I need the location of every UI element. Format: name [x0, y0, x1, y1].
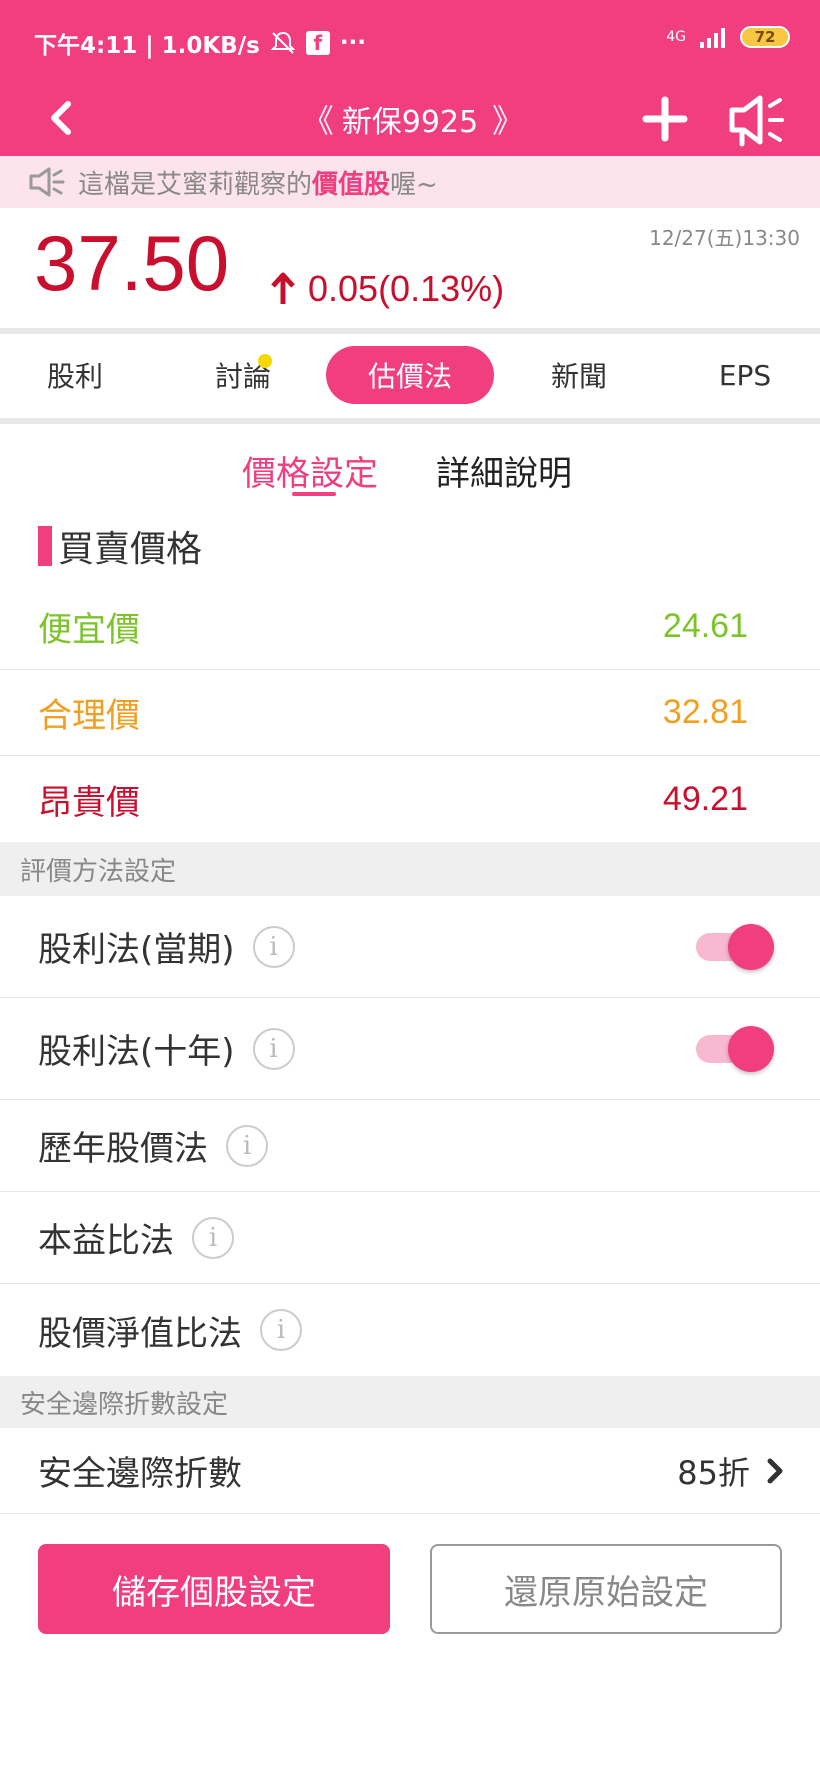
- safety-margin-row[interactable]: 安全邊際折數 85折: [0, 1428, 820, 1514]
- info-icon[interactable]: i: [226, 1124, 268, 1167]
- notification-dot: [258, 354, 272, 368]
- add-icon[interactable]: [640, 94, 690, 144]
- info-icon[interactable]: i: [252, 925, 295, 968]
- tab-dividend[interactable]: 股利: [20, 346, 130, 404]
- info-banner: 這檔是艾蜜莉觀察的價值股喔~: [0, 156, 820, 208]
- fair-price-row: 合理價 32.81: [0, 670, 820, 756]
- info-icon[interactable]: i: [252, 1027, 295, 1070]
- safety-header: 安全邊際折數設定: [0, 1376, 820, 1428]
- mute-bell-icon: [270, 31, 296, 54]
- quote-area: 37.50 0.05(0.13%) 12/27(五)13:30: [0, 208, 820, 328]
- cheap-price-label: 便宜價: [38, 610, 140, 650]
- toggle-dividend-ten-year[interactable]: [696, 1024, 774, 1074]
- reset-settings-button[interactable]: 還原原始設定: [430, 1544, 782, 1634]
- method-header: 評價方法設定: [0, 842, 820, 896]
- price-change: 0.05(0.13%): [270, 268, 504, 310]
- battery-icon: 72: [740, 26, 790, 48]
- subtab-indicator: [292, 492, 336, 496]
- expensive-price-value: 49.21: [662, 779, 748, 818]
- method-row-pb-ratio[interactable]: 股價淨值比法 i: [0, 1284, 820, 1376]
- nav-bar: 《 新保9925 》: [0, 84, 820, 156]
- cheap-price-value: 24.61: [662, 607, 748, 645]
- status-bar: 下午4:11 | 1.0KB/s f ··· 4G 72: [0, 0, 820, 84]
- tab-discussion[interactable]: 討論: [188, 346, 298, 404]
- next-stock-icon[interactable]: 》: [492, 96, 524, 142]
- section-title: 買賣價格: [38, 520, 202, 572]
- tab-news[interactable]: 新聞: [524, 346, 634, 404]
- arrow-up-icon: [271, 272, 295, 304]
- main-tabs: 股利 討論 估價法 新聞 EPS: [0, 336, 820, 418]
- section-bar: [38, 526, 52, 566]
- method-row-dividend-ten-year[interactable]: 股利法(十年) i: [0, 998, 820, 1100]
- banner-text: 這檔是艾蜜莉觀察的價值股喔~: [78, 169, 438, 200]
- divider: [0, 328, 820, 334]
- speaker-icon[interactable]: [726, 92, 786, 148]
- divider: [0, 418, 820, 424]
- tab-valuation[interactable]: 估價法: [326, 346, 494, 404]
- expensive-price-label: 昂貴價: [38, 782, 140, 823]
- method-row-historical-price[interactable]: 歷年股價法 i: [0, 1100, 820, 1192]
- info-icon[interactable]: i: [192, 1216, 234, 1259]
- method-row-dividend-current[interactable]: 股利法(當期) i: [0, 896, 820, 998]
- announcement-icon: [29, 167, 65, 197]
- fair-price-value: 32.81: [662, 693, 748, 731]
- facebook-icon: f: [305, 31, 330, 55]
- safety-margin-value: 85折: [677, 1453, 750, 1492]
- save-settings-button[interactable]: 儲存個股設定: [38, 1544, 390, 1634]
- signal-icon: [700, 28, 725, 48]
- network-label: 4G: [666, 29, 686, 45]
- current-price: 37.50: [34, 219, 230, 307]
- info-icon[interactable]: i: [260, 1309, 302, 1351]
- status-time: 下午4:11 | 1.0KB/s: [34, 33, 260, 59]
- stock-title: 新保9925: [341, 105, 479, 140]
- subtab-detail[interactable]: 詳細說明: [436, 446, 572, 495]
- prev-stock-icon[interactable]: 《: [302, 96, 334, 142]
- quote-datetime: 12/27(五)13:30: [649, 226, 800, 250]
- expensive-price-row: 昂貴價 49.21: [0, 756, 820, 842]
- safety-margin-label: 安全邊際折數: [38, 1454, 242, 1494]
- tab-eps[interactable]: EPS: [690, 346, 800, 404]
- sub-tabs: 價格設定 詳細說明: [0, 440, 820, 500]
- chevron-right-icon: [767, 1458, 783, 1483]
- fair-price-label: 合理價: [38, 696, 140, 736]
- more-notifications-icon: ···: [339, 30, 367, 56]
- cheap-price-row: 便宜價 24.61: [0, 584, 820, 670]
- toggle-dividend-current[interactable]: [696, 922, 774, 972]
- method-row-pe-ratio[interactable]: 本益比法 i: [0, 1192, 820, 1284]
- subtab-price-setting[interactable]: 價格設定: [242, 446, 378, 495]
